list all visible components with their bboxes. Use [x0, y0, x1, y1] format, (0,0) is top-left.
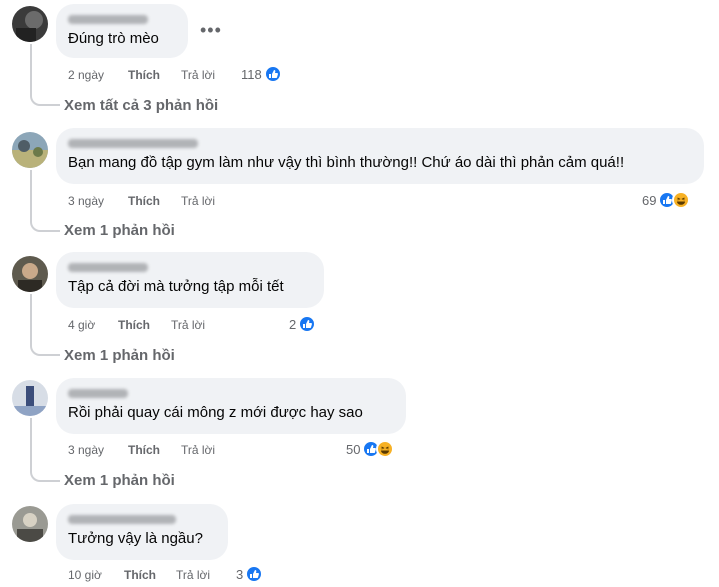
like-reaction-icon: [298, 315, 317, 333]
haha-reaction-icon: [376, 440, 395, 458]
reply-button[interactable]: Trả lời: [181, 67, 215, 83]
reaction-count: 2: [289, 316, 297, 332]
like-reaction-icon: [263, 65, 282, 83]
comment-time[interactable]: 4 giờ: [68, 317, 95, 333]
more-horizontal-icon[interactable]: •••: [200, 20, 222, 41]
comment-time[interactable]: 3 ngày: [68, 442, 104, 458]
reaction-summary[interactable]: 69: [642, 191, 691, 209]
thread-hook: [30, 342, 60, 356]
reaction-count: 69: [642, 192, 657, 208]
comment-text: Đúng trò mèo: [68, 30, 159, 47]
reaction-count: 3: [236, 566, 244, 582]
comment-time[interactable]: 10 giờ: [68, 567, 102, 583]
commenter-name[interactable]: [68, 12, 176, 26]
haha-reaction-icon: [672, 191, 691, 209]
reply-button[interactable]: Trả lời: [171, 317, 205, 333]
reply-button[interactable]: Trả lời: [181, 193, 215, 209]
reaction-summary[interactable]: 2: [289, 315, 317, 333]
commenter-name[interactable]: [68, 512, 216, 526]
comment-text: Rồi phải quay cái mông z mới được hay sa…: [68, 404, 363, 421]
reaction-summary[interactable]: 118: [241, 65, 282, 83]
view-replies-link[interactable]: Xem 1 phản hồi: [64, 346, 175, 366]
reaction-summary[interactable]: 50: [346, 440, 395, 458]
reply-button[interactable]: Trả lời: [176, 567, 210, 583]
avatar[interactable]: [12, 256, 48, 292]
view-replies-link[interactable]: Xem tất cả 3 phản hồi: [64, 96, 218, 116]
comment-bubble: Tưởng vậy là ngầu?: [56, 504, 228, 560]
avatar[interactable]: [12, 132, 48, 168]
commenter-name[interactable]: [68, 260, 312, 274]
comment-bubble: Tập cả đời mà tưởng tập mỗi tết: [56, 252, 324, 308]
reaction-count: 118: [241, 66, 262, 82]
like-button[interactable]: Thích: [128, 194, 160, 208]
comment-bubble: Đúng trò mèo: [56, 4, 188, 58]
comment-time[interactable]: 3 ngày: [68, 193, 104, 209]
view-replies-link[interactable]: Xem 1 phản hồi: [64, 471, 175, 491]
thread-line: [30, 44, 32, 92]
avatar[interactable]: [12, 506, 48, 542]
like-button[interactable]: Thích: [128, 68, 160, 82]
comment-text: Tập cả đời mà tưởng tập mỗi tết: [68, 278, 284, 295]
comment-text: Bạn mang đồ tập gym làm như vậy thì bình…: [68, 154, 625, 171]
avatar[interactable]: [12, 6, 48, 42]
thread-line: [30, 170, 32, 218]
comment-bubble: Bạn mang đồ tập gym làm như vậy thì bình…: [56, 128, 704, 184]
avatar[interactable]: [12, 380, 48, 416]
like-button[interactable]: Thích: [128, 443, 160, 457]
thread-line: [30, 294, 32, 342]
view-replies-link[interactable]: Xem 1 phản hồi: [64, 221, 175, 241]
commenter-name[interactable]: [68, 386, 394, 400]
comment-bubble: Rồi phải quay cái mông z mới được hay sa…: [56, 378, 406, 434]
reaction-count: 50: [346, 441, 361, 457]
reply-button[interactable]: Trả lời: [181, 442, 215, 458]
like-button[interactable]: Thích: [124, 568, 156, 582]
reaction-summary[interactable]: 3: [236, 565, 264, 583]
like-reaction-icon: [245, 565, 264, 583]
commenter-name[interactable]: [68, 136, 692, 150]
thread-hook: [30, 218, 60, 232]
comment-text: Tưởng vậy là ngầu?: [68, 530, 203, 547]
thread-hook: [30, 92, 60, 106]
like-button[interactable]: Thích: [118, 318, 150, 332]
comment-time[interactable]: 2 ngày: [68, 67, 104, 83]
thread-hook: [30, 468, 60, 482]
thread-line: [30, 418, 32, 468]
